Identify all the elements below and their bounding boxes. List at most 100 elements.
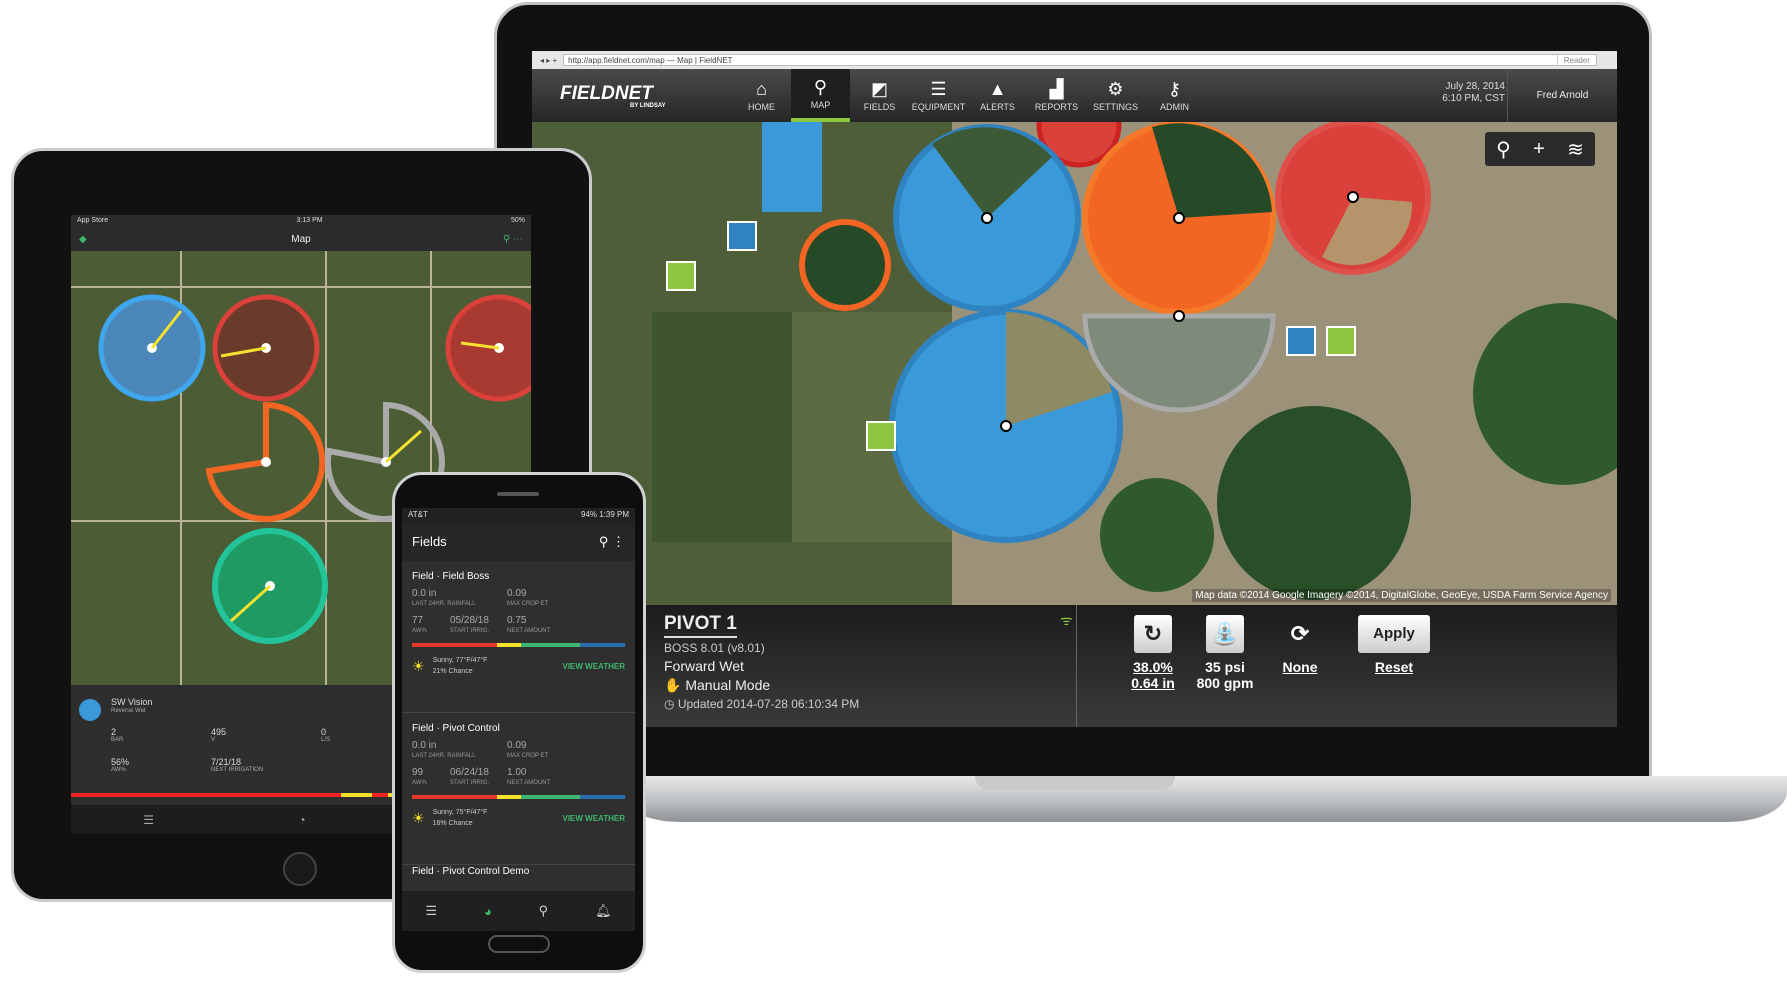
updated: ◷ Updated 2014-07-28 06:10:34 PM (664, 697, 860, 711)
phone-home-button[interactable] (488, 935, 550, 953)
pivot-title[interactable]: PIVOT 1 (664, 613, 737, 638)
sun-icon: ☀ (412, 809, 425, 826)
faucet-icon[interactable]: ⛲ (1206, 615, 1244, 653)
map-view[interactable]: ⚲ + ≋ Map data ©2014 Google Imagery ©201… (532, 122, 1617, 605)
marker-icon (1286, 326, 1316, 356)
pivot-name: SW Vision (111, 697, 153, 707)
marker-icon (727, 221, 757, 251)
speed-control[interactable]: ↻ 38.0% 0.64 in (1112, 615, 1194, 691)
laptop-screen: ◂ ▸ + http://app.fieldnet.com/map — Map … (532, 51, 1617, 727)
chart-icon: ▟ (1049, 78, 1064, 99)
laptop-notch (975, 776, 1175, 790)
wifi-icon: ᯤ (1060, 612, 1073, 628)
gear-icon: ⚙ (1107, 78, 1124, 99)
nav-settings[interactable]: ⚙ SETTINGS (1086, 69, 1145, 122)
field-card[interactable]: Field · Pivot Control 0.0 in LAST 24HR. R… (402, 713, 635, 865)
field-card-title[interactable]: Field · Pivot Control Demo (412, 866, 529, 877)
home-icon: ⌂ (756, 78, 767, 99)
pivot-stat: 7/21/18 NEXT IRRIGATION (211, 757, 264, 773)
pivot-orange-small (799, 219, 891, 311)
pivot-green (1217, 406, 1411, 600)
pivot-marker-icon (866, 421, 896, 451)
apply-button[interactable]: Apply (1358, 615, 1430, 653)
list-icon: ☰ (930, 78, 947, 99)
nav-admin[interactable]: ⚷ ADMIN (1145, 69, 1204, 122)
map-tools: ⚲ + ≋ (1485, 132, 1595, 166)
layers-icon[interactable]: ≋ (1567, 137, 1584, 162)
pivot-status-icon (79, 699, 101, 721)
browser-bar: ◂ ▸ + http://app.fieldnet.com/map — Map … (532, 51, 1617, 69)
datetime: July 28, 2014 6:10 PM, CST (1442, 81, 1505, 104)
search-more-icon[interactable]: ⚲ ⋮ (599, 534, 625, 550)
list-icon[interactable]: ☰ (425, 903, 437, 919)
weather-marker-icon (666, 261, 696, 291)
nav-equipment[interactable]: ☰ EQUIPMENT (909, 69, 968, 122)
nav-items: ⌂ HOME ⚲ MAP ◩ FIELDS ☰ EQUIPMENT ▲ ALERTS ▟ REPORT… (732, 69, 1204, 122)
pivot-stat: 56% AW% (111, 757, 130, 773)
field-card-title: Field · Field Boss (412, 571, 490, 582)
view-weather-link[interactable]: VIEW WEATHER (562, 661, 625, 672)
reset-link[interactable]: Reset (1344, 659, 1444, 675)
marker-icon (1326, 326, 1356, 356)
irrigation-bar (412, 643, 626, 647)
pivot-green (1100, 478, 1214, 592)
zoom-in-icon[interactable]: + (1533, 138, 1545, 161)
firmware: BOSS 8.01 (v8.01) (664, 641, 765, 655)
nav-home[interactable]: ⌂ HOME (732, 69, 791, 122)
user-menu[interactable]: Fred Arnold (1507, 69, 1617, 122)
search-icon[interactable]: ⚲ (1496, 137, 1511, 162)
pivot-stat: 2 BAR (111, 727, 124, 743)
field-rect-blue (762, 122, 822, 212)
reader-button[interactable]: Reader (1556, 55, 1596, 65)
nav-reports[interactable]: ▟ REPORTS (1027, 69, 1086, 122)
phone-status-bar: AT&T 94% 1:39 PM (402, 508, 635, 523)
phone-header: Fields ⚲ ⋮ (402, 523, 635, 561)
irrigation-bar (412, 795, 626, 799)
pivot-stat: 495 V (211, 727, 227, 743)
pivot-status: Reverse Wet (111, 708, 146, 714)
nav-alerts[interactable]: ▲ ALERTS (968, 69, 1027, 122)
tablet-title: Map (291, 234, 311, 245)
key-icon: ⚷ (1167, 78, 1182, 99)
back-icon[interactable]: ◂ ▸ + (540, 56, 557, 65)
direction: Forward Wet (664, 658, 744, 674)
list-icon[interactable]: ☰ (143, 813, 154, 827)
phone-nav: ☰ ◕ ⚲ 🔔︎ (402, 891, 635, 931)
pivot-icon[interactable]: ◕ (484, 904, 492, 919)
hand-icon: ✋ (664, 677, 682, 693)
laptop-base (620, 776, 1787, 822)
water-control[interactable]: ⛲ 35 psi 800 gpm (1184, 615, 1266, 691)
fields-icon: ◩ (870, 78, 888, 99)
apply-reset: Apply Reset (1344, 615, 1444, 675)
tablet-header: ◆ Map ⚲ ⋯ (71, 229, 531, 251)
layers-icon[interactable]: ◆ (79, 229, 87, 251)
phone-title: Fields (412, 534, 447, 549)
field-card-title: Field · Pivot Control (412, 723, 500, 734)
bell-icon[interactable]: 🔔︎ (595, 903, 612, 919)
nav-map[interactable]: ⚲ MAP (791, 69, 850, 122)
map-pin-icon: ⚲ (813, 76, 828, 97)
fieldnet-logo: FIELDNET BY LINDSAY (560, 82, 666, 109)
pivot-icon[interactable]: ◔ (298, 813, 305, 827)
view-weather-link[interactable]: VIEW WEATHER (562, 813, 625, 824)
field-card[interactable]: Field · Field Boss 0.0 in LAST 24HR. RAIN… (402, 561, 635, 713)
pivot-stat: 0 L/S (321, 727, 331, 743)
reverse-icon[interactable]: ⟳ (1281, 615, 1319, 653)
clock-icon: ◷ (664, 697, 675, 711)
alert-icon: ▲ (988, 78, 1007, 99)
map-overlay (532, 122, 1617, 605)
mode: ✋ Manual Mode (664, 677, 771, 693)
top-nav: FIELDNET BY LINDSAY ⌂ HOME ⚲ MAP ◩ FIELDS ☰ EQUI… (532, 69, 1617, 122)
search-more-icon[interactable]: ⚲ ⋯ (503, 229, 523, 251)
phone-speaker (497, 492, 539, 496)
map-credit: Map data ©2014 Google Imagery ©2014, Dig… (1192, 589, 1611, 602)
tablet-status-bar: App Store 3:13 PM 50% (71, 215, 531, 229)
address-bar[interactable]: http://app.fieldnet.com/map — Map | Fiel… (563, 54, 1597, 66)
direction-icon[interactable]: ↻ (1134, 615, 1172, 653)
sun-icon: ☀ (412, 657, 425, 674)
nav-fields[interactable]: ◩ FIELDS (850, 69, 909, 122)
map-pin-icon[interactable]: ⚲ (539, 903, 549, 919)
phone-screen: AT&T 94% 1:39 PM Fields ⚲ ⋮ Field · Field … (402, 508, 635, 931)
auto-reverse-control[interactable]: ⟳ None (1259, 615, 1341, 675)
tablet-home-button[interactable] (283, 852, 317, 886)
